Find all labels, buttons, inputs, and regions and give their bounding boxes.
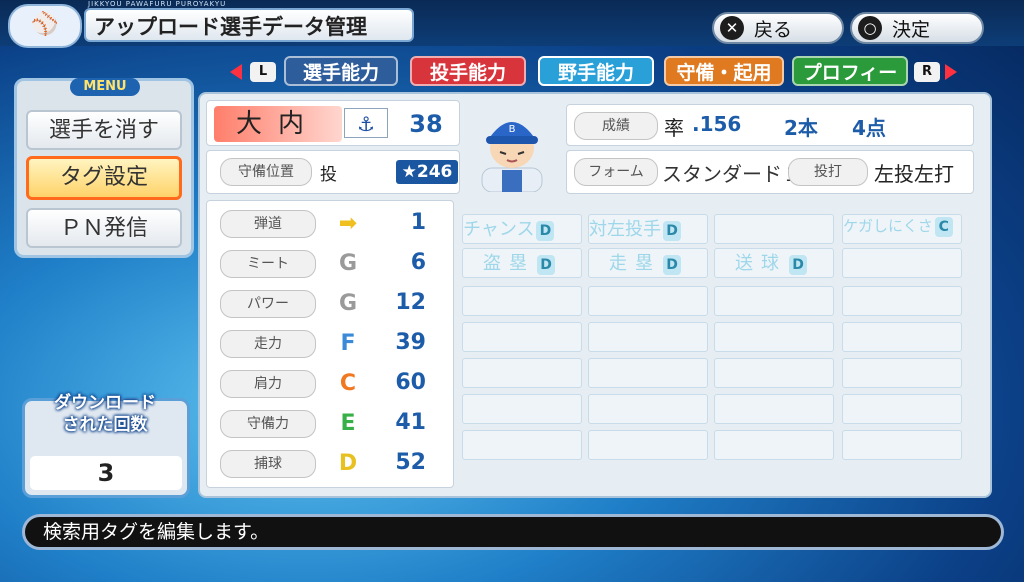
circle-icon: ○	[858, 16, 882, 40]
skill-cell[interactable]	[714, 430, 834, 460]
confirm-label: 決定	[892, 19, 931, 41]
confirm-button[interactable]: ○ 決定	[850, 12, 984, 44]
stat-value: 52	[395, 450, 426, 475]
download-count-value: 3	[30, 456, 182, 490]
skill-cell[interactable]	[588, 322, 708, 352]
stat-grade: E	[340, 411, 356, 436]
tab-next-arrow-icon[interactable]	[945, 64, 957, 80]
stat-label: ミート	[220, 250, 316, 278]
stat-value: 1	[410, 210, 426, 235]
skill-cell[interactable]	[842, 358, 962, 388]
skill-cell[interactable]	[588, 286, 708, 316]
skill-cell[interactable]	[842, 248, 962, 278]
uniform-number: 38	[409, 110, 443, 138]
stat-value: 60	[395, 370, 426, 395]
stat-label: 走力	[220, 330, 316, 358]
star-rating: ★246	[396, 160, 458, 184]
stat-label: 肩力	[220, 370, 316, 398]
skill-cell[interactable]	[842, 322, 962, 352]
skill-cell[interactable]	[842, 286, 962, 316]
baseball-logo-icon: ⚾	[8, 4, 82, 48]
stat-grade: C	[339, 371, 357, 396]
skills-grid: チャンス D 対左投手 D ケガしにくさ C 盗塁 D 走塁 D 送球 D	[462, 206, 970, 490]
stat-value: 12	[395, 290, 426, 315]
skill-cell[interactable]	[588, 358, 708, 388]
l-key[interactable]: L	[250, 62, 276, 82]
stat-label: パワー	[220, 290, 316, 318]
tab-defense-usage[interactable]: 守備・起用	[664, 56, 784, 86]
skill-cell[interactable]	[462, 430, 582, 460]
trajectory-arrow-icon: ➡	[338, 211, 358, 236]
stat-grade: F	[340, 331, 356, 356]
form-label: フォーム	[574, 158, 658, 186]
skill-cell[interactable]	[462, 394, 582, 424]
stat-label: 捕球	[220, 450, 316, 478]
rate-label: 率	[664, 116, 684, 140]
bat-throw-value: 左投左打	[874, 162, 954, 186]
stat-label: 弾道	[220, 210, 316, 238]
tag-settings-button[interactable]: タグ設定	[26, 156, 182, 200]
player-name: 大内	[214, 106, 342, 142]
skill-cell[interactable]: ケガしにくさ C	[842, 214, 962, 244]
position-value: 投	[320, 165, 337, 185]
header-subtitle: JIKKYOU PAWAFURU PUROYAKYU	[88, 0, 227, 8]
stat-value: 39	[395, 330, 426, 355]
r-key[interactable]: R	[914, 62, 940, 82]
download-count-title: ダウンロード された回数	[54, 393, 156, 435]
tab-prev-arrow-icon[interactable]	[230, 64, 242, 80]
rbi: 4点	[852, 116, 886, 140]
back-button[interactable]: ✕ 戻る	[712, 12, 844, 44]
position-label: 守備位置	[220, 158, 312, 186]
bat-throw-label: 投打	[788, 158, 868, 186]
skill-cell[interactable]	[714, 286, 834, 316]
stat-value: 41	[395, 410, 426, 435]
help-message: 検索用タグを編集します。	[22, 514, 1004, 550]
form-value: スタンダード１	[662, 162, 802, 186]
skill-cell[interactable]	[714, 322, 834, 352]
skill-cell[interactable]	[462, 322, 582, 352]
player-avatar: B	[481, 122, 543, 192]
skill-cell[interactable]	[714, 394, 834, 424]
svg-text:B: B	[509, 124, 516, 135]
stat-grade: G	[338, 291, 358, 316]
stat-grade: G	[338, 251, 358, 276]
skill-cell[interactable]: 盗塁 D	[462, 248, 582, 278]
tab-fielder-ability[interactable]: 野手能力	[538, 56, 654, 86]
stat-label: 守備力	[220, 410, 316, 438]
skill-cell[interactable]	[462, 286, 582, 316]
skill-cell[interactable]	[462, 358, 582, 388]
skill-cell[interactable]	[842, 430, 962, 460]
team-logo-icon: ⚓	[344, 108, 388, 138]
pn-send-button[interactable]: ＰＮ発信	[26, 208, 182, 248]
skill-cell[interactable]	[842, 394, 962, 424]
back-label: 戻る	[754, 19, 793, 41]
record-label: 成績	[574, 112, 658, 140]
skill-cell[interactable]	[714, 214, 834, 244]
skill-cell[interactable]	[588, 430, 708, 460]
tab-player-ability[interactable]: 選手能力	[284, 56, 398, 86]
batting-average: .156	[692, 112, 742, 136]
skill-cell[interactable]	[714, 358, 834, 388]
cross-icon: ✕	[720, 16, 744, 40]
skill-cell[interactable]: チャンス D	[462, 214, 582, 244]
stat-grade: D	[338, 451, 358, 476]
home-runs: 2本	[784, 116, 818, 140]
skill-cell[interactable]: 対左投手 D	[588, 214, 708, 244]
tab-profile[interactable]: プロフィール	[792, 56, 908, 114]
skill-cell[interactable]: 走塁 D	[588, 248, 708, 278]
menu-heading: MENU	[70, 78, 140, 96]
tab-pitcher-ability[interactable]: 投手能力	[410, 56, 526, 86]
delete-player-button[interactable]: 選手を消す	[26, 110, 182, 150]
stat-value: 6	[410, 250, 426, 275]
page-title: アップロード選手データ管理	[84, 8, 414, 42]
skill-cell[interactable]: 送球 D	[714, 248, 834, 278]
skill-cell[interactable]	[588, 394, 708, 424]
